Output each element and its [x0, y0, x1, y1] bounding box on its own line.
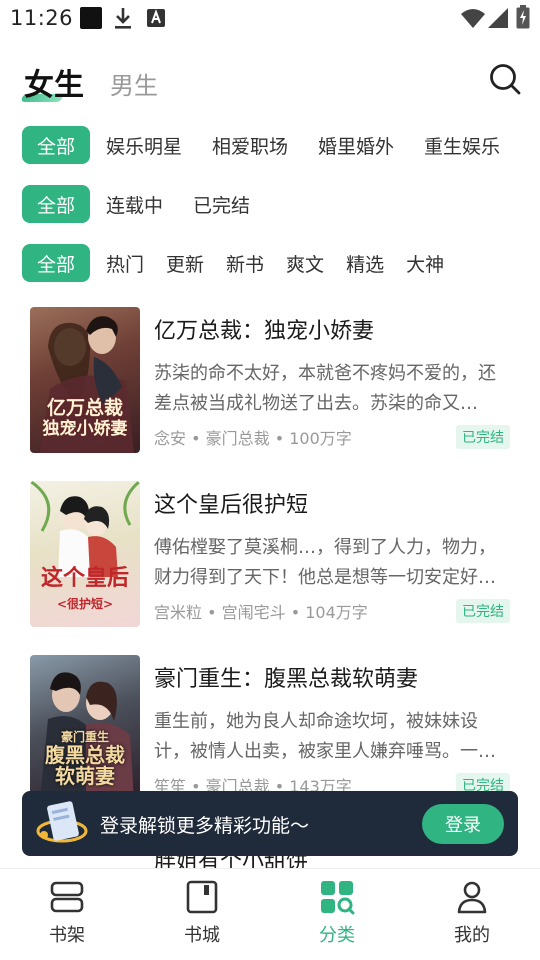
search-icon[interactable] [488, 62, 522, 96]
book-cover: 豪门重生 腹黑总裁 软萌妻 [30, 655, 140, 801]
category-icon [321, 881, 355, 915]
book-list-item[interactable]: 豪门重生 腹黑总裁 软萌妻 豪门重生：腹黑总裁软萌妻 重生前，她为良人却命途坎坷，被… [30, 655, 514, 805]
tab-male[interactable]: 男生 [110, 66, 158, 101]
book-cover: 亿万总裁 独宠小娇妻 [30, 307, 140, 453]
sort-chip-all[interactable]: 全部 [22, 244, 90, 282]
login-banner-text: 登录解锁更多精彩功能～ [100, 815, 310, 837]
unlock-book-icon [36, 801, 88, 843]
nav-label: 分类 [319, 925, 355, 946]
book-cover: 这个皇后 <很护短> [30, 481, 140, 627]
category-filter-row: 全部 娱乐明星 相爱职场 婚里婚外 重生娱乐 [22, 125, 514, 165]
download-icon [115, 8, 131, 29]
sort-chip[interactable]: 精选 [346, 244, 384, 282]
book-meta: 念安 • 豪门总裁 • 100万字 [154, 429, 352, 448]
wifi-icon [461, 9, 485, 28]
nav-bookstore[interactable]: 书城 [157, 879, 247, 954]
category-chip[interactable]: 娱乐明星 [106, 126, 182, 164]
tab-female[interactable]: 女生 [24, 60, 84, 104]
status-badge: 已完结 [456, 425, 510, 449]
book-title: 亿万总裁：独宠小娇妻 [154, 319, 375, 344]
category-chip[interactable]: 重生娱乐 [424, 126, 500, 164]
status-chip[interactable]: 已完结 [193, 185, 250, 223]
nav-bookshelf[interactable]: 书架 [22, 879, 112, 954]
sort-chip[interactable]: 大神 [406, 244, 444, 282]
book-meta: 宫米粒 • 宫闱宅斗 • 104万字 [154, 603, 368, 622]
cover-title-text: 这个皇后 <很护短> [40, 564, 129, 611]
status-chip[interactable]: 连载中 [106, 185, 163, 223]
sort-chip[interactable]: 爽文 [286, 244, 324, 282]
sort-chip[interactable]: 更新 [166, 244, 204, 282]
sort-filter-row: 全部 热门 更新 新书 爽文 精选 大神 [22, 243, 450, 283]
square-icon [80, 7, 102, 29]
book-list-item[interactable]: 这个皇后 <很护短> 这个皇后很护短 傅佑樘娶了莫溪桐…，得到了人力，物力，财力得… [30, 481, 514, 631]
nav-label: 书架 [49, 925, 85, 946]
category-chip-all[interactable]: 全部 [22, 126, 90, 164]
category-chip[interactable]: 婚里婚外 [318, 126, 394, 164]
nav-label: 我的 [454, 925, 490, 946]
book-list-item[interactable]: 亿万总裁 独宠小娇妻 亿万总裁：独宠小娇妻 苏柒的命不太好，本就爸不疼妈不爱的，还… [30, 307, 514, 457]
nav-label: 书城 [184, 925, 220, 946]
sort-chip[interactable]: 新书 [226, 244, 264, 282]
cover-title-text: 豪门重生 腹黑总裁 软萌妻 [45, 730, 125, 788]
bottom-nav: 书架 书城 分类 我的 [0, 868, 540, 960]
battery-icon [516, 5, 530, 29]
nav-category[interactable]: 分类 [292, 879, 382, 954]
bookshelf-icon [50, 881, 84, 913]
book-description: 重生前，她为良人却命途坎坷，被妹妹设计，被情人出卖，被家里人嫌弃唾骂。一… [154, 711, 496, 762]
bookstore-icon [186, 880, 218, 914]
book-description: 傅佑樘娶了莫溪桐…，得到了人力，物力，财力得到了天下！他总是想等一切安定好… [154, 537, 496, 588]
status-chip-all[interactable]: 全部 [22, 185, 90, 223]
status-filter-row: 全部 连载中 已完结 [22, 184, 264, 224]
status-time: 11:26 [10, 6, 74, 30]
profile-icon [457, 881, 487, 914]
signal-icon [488, 8, 508, 28]
sort-chip[interactable]: 热门 [106, 244, 144, 282]
status-badge: 已完结 [456, 599, 510, 623]
status-bar: 11:26 [0, 0, 540, 38]
top-tab-bar: 女生 男生 [0, 52, 540, 112]
nav-profile[interactable]: 我的 [427, 879, 517, 954]
login-banner[interactable]: 登录解锁更多精彩功能～ 登录 [22, 791, 518, 856]
login-button[interactable]: 登录 [422, 804, 504, 844]
category-chip[interactable]: 相爱职场 [212, 126, 288, 164]
book-title: 这个皇后很护短 [154, 493, 309, 518]
cover-title-text: 亿万总裁 独宠小娇妻 [42, 397, 128, 440]
book-description: 苏柒的命不太好，本就爸不疼妈不爱的，还差点被当成礼物送了出去。苏柒的命又… [154, 363, 496, 414]
a-icon [147, 9, 165, 27]
book-title: 豪门重生：腹黑总裁软萌妻 [154, 667, 419, 692]
